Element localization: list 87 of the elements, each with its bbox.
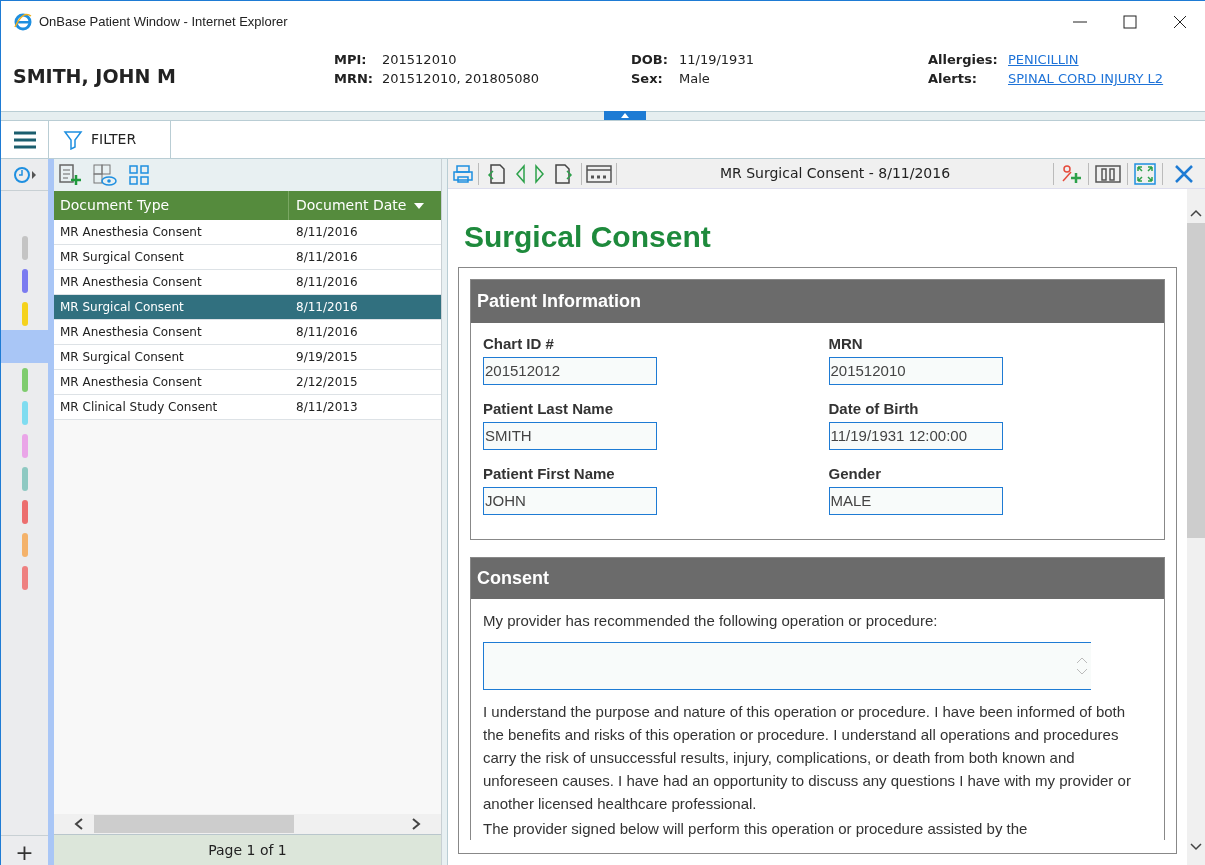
- table-cell-text: MR Anesthesia Consent: [59, 324, 203, 341]
- form-label: Chart ID #: [483, 334, 555, 354]
- paragraph: I understand the purpose and nature of this operation or procedure. I have been informed of both the benefits and risks of this operation or procedure. I understand all operations and procedures carry the risk of unsuccessful results, injury, complications, or death from both known and unforeseen causes. I have had an opportunity to discuss any questions I have with my provider or another licensed healthcare professional.: [483, 702, 1132, 814]
- table-cell-text: MR Anesthesia Consent: [59, 374, 203, 391]
- table-cell-text: MR Anesthesia Consent: [59, 274, 203, 291]
- column-header[interactable]: Document Date: [296, 191, 407, 220]
- table-cell-text: 8/11/2013: [295, 399, 358, 416]
- section-header: Patient Information: [471, 280, 1164, 323]
- next-icon[interactable]: [533, 162, 547, 185]
- split-view-icon[interactable]: [1095, 162, 1121, 185]
- document-preview-icon[interactable]: [92, 163, 118, 187]
- menu-icon: [13, 130, 36, 149]
- form-label: Patient Last Name: [483, 399, 615, 419]
- field-value: 201512010, 201805080: [382, 70, 540, 88]
- field-label: Sex:: [631, 70, 664, 88]
- add-document-icon[interactable]: [58, 163, 82, 187]
- table-cell-text: 8/11/2016: [295, 299, 358, 316]
- maximize-icon[interactable]: [1123, 14, 1137, 29]
- history-icon[interactable]: [12, 165, 37, 184]
- alert-link[interactable]: PENICILLIN: [1008, 50, 1079, 69]
- collapse-handle-icon[interactable]: [604, 111, 646, 120]
- document-heading: Surgical Consent: [464, 219, 712, 255]
- scroll-down-icon[interactable]: [1190, 843, 1202, 851]
- previous-icon[interactable]: [513, 162, 527, 185]
- grid-view-icon[interactable]: [128, 164, 150, 186]
- table-cell-text: 8/11/2016: [295, 249, 358, 266]
- fullscreen-icon[interactable]: [1134, 162, 1156, 185]
- paragraph: The provider signed below will perform this operation or procedure assisted by the: [483, 819, 1029, 839]
- table-cell-text: MR Surgical Consent: [59, 299, 185, 316]
- input-field[interactable]: JOHN: [483, 487, 657, 515]
- form-prompt: My provider has recommended the following operation or procedure:: [483, 611, 939, 631]
- section-header: Consent: [471, 558, 1164, 599]
- close-icon[interactable]: [1173, 14, 1187, 29]
- table-row[interactable]: MR Anesthesia Consent 8/11/2016: [54, 320, 441, 345]
- scrollbar-thumb[interactable]: [94, 815, 294, 833]
- field-label: DOB:: [631, 51, 669, 69]
- table-cell-text: MR Surgical Consent: [59, 349, 185, 366]
- scroll-right-icon[interactable]: [411, 818, 421, 830]
- print-icon[interactable]: [452, 162, 474, 185]
- browser-logo-icon: [13, 11, 33, 32]
- table-row[interactable]: MR Anesthesia Consent 8/11/2016: [54, 220, 441, 245]
- table-row[interactable]: MR Surgical Consent 8/11/2016: [54, 245, 441, 270]
- scroll-up-icon[interactable]: [1190, 209, 1202, 217]
- table-cell-text: 8/11/2016: [295, 274, 358, 291]
- add-patient-icon[interactable]: [1060, 162, 1082, 185]
- table-cell-text: MR Surgical Consent: [59, 249, 185, 266]
- document-title: MR Surgical Consent - 8/11/2016: [718, 164, 952, 183]
- window-title: OnBase Patient Window - Internet Explorer: [39, 12, 288, 31]
- table-cell-text: 2/12/2015: [295, 374, 358, 391]
- field-label: MPI:: [334, 51, 368, 69]
- table-cell-text: MR Clinical Study Consent: [59, 399, 219, 416]
- field-value: 11/19/1931: [679, 51, 754, 69]
- field-value: 201512010: [382, 51, 457, 69]
- scroll-left-icon[interactable]: [74, 818, 84, 830]
- table-row[interactable]: MR Clinical Study Consent 8/11/2013: [54, 395, 441, 420]
- sort-descending-icon[interactable]: [414, 202, 425, 209]
- input-field[interactable]: 201512012: [483, 357, 657, 385]
- color-tab[interactable]: [1, 330, 48, 363]
- input-field[interactable]: MALE: [828, 487, 1003, 515]
- table-cell-text: 8/11/2016: [295, 224, 358, 241]
- field-value: Male: [679, 70, 710, 88]
- first-page-icon[interactable]: [485, 162, 507, 185]
- input-field[interactable]: SMITH: [483, 422, 657, 450]
- table-row[interactable]: MR Surgical Consent 9/19/2015: [54, 345, 441, 370]
- table-cell-text: 8/11/2016: [295, 324, 358, 341]
- input-field[interactable]: 11/19/1931 12:00:00: [828, 422, 1003, 450]
- form-label: MRN: [828, 334, 864, 354]
- form-label: Patient First Name: [483, 464, 616, 484]
- funnel-icon: [63, 129, 83, 150]
- field-label: MRN:: [334, 70, 375, 88]
- field-label: Alerts:: [928, 70, 978, 88]
- table-row[interactable]: MR Anesthesia Consent 8/11/2016: [54, 270, 441, 295]
- form-label: Date of Birth: [828, 399, 920, 419]
- alert-link[interactable]: SPINAL CORD INJURY L2: [1008, 69, 1164, 88]
- field-label: Allergies:: [928, 51, 999, 69]
- form-label: Gender: [828, 464, 882, 484]
- input-field[interactable]: 201512010: [828, 357, 1003, 385]
- filter-button[interactable]: FILTER: [49, 121, 171, 158]
- table-row[interactable]: MR Surgical Consent 8/11/2016: [54, 295, 441, 320]
- page-indicator: Page 1 of 1: [208, 840, 287, 860]
- patient-name: SMITH, JOHN M: [13, 64, 177, 89]
- thumbnails-icon[interactable]: [586, 162, 612, 185]
- last-page-icon[interactable]: [553, 162, 575, 185]
- scrollbar-thumb[interactable]: [1187, 223, 1205, 538]
- table-row[interactable]: MR Anesthesia Consent 2/12/2015: [54, 370, 441, 395]
- table-cell-text: MR Anesthesia Consent: [59, 224, 203, 241]
- table-cell-text: 9/19/2015: [295, 349, 358, 366]
